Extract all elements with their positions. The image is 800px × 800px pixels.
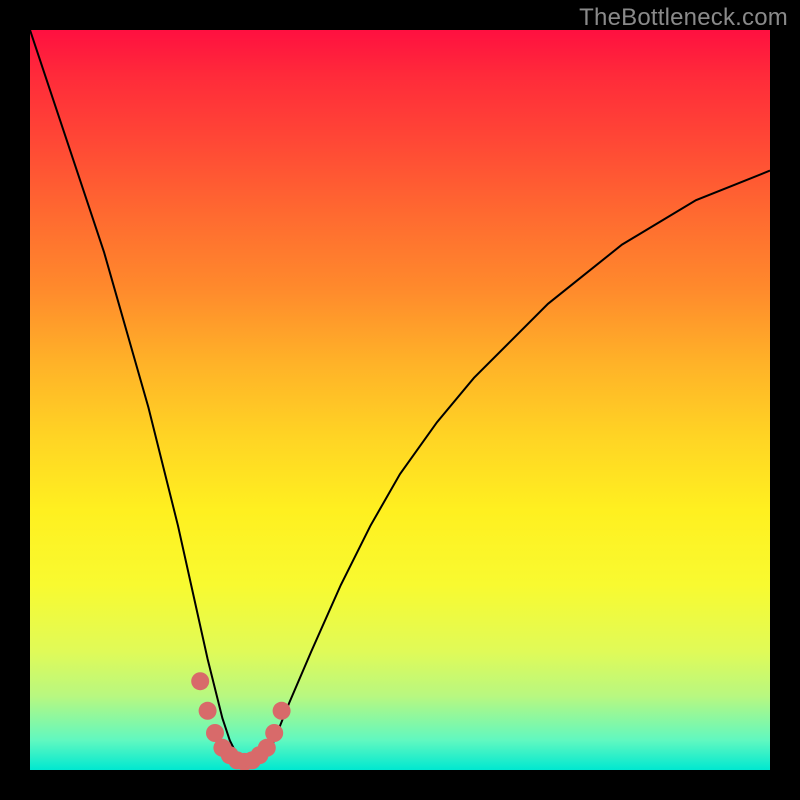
highlight-marker	[236, 753, 254, 770]
highlight-marker	[228, 751, 246, 769]
highlight-marker	[273, 702, 291, 720]
highlight-marker	[243, 751, 261, 769]
frame-border-right	[770, 0, 800, 800]
plot-area	[30, 30, 770, 770]
highlight-marker	[221, 746, 239, 764]
highlight-marker	[213, 739, 231, 757]
highlight-marker	[258, 739, 276, 757]
highlight-markers	[191, 672, 290, 770]
highlight-marker	[250, 746, 268, 764]
bottleneck-curve-path	[30, 30, 770, 763]
highlight-marker	[265, 724, 283, 742]
highlight-marker	[191, 672, 209, 690]
highlight-marker	[206, 724, 224, 742]
watermark-label: TheBottleneck.com	[579, 4, 788, 32]
frame-border-bottom	[0, 770, 800, 800]
highlight-marker	[199, 702, 217, 720]
bottleneck-curve-svg	[30, 30, 770, 770]
frame-border-left	[0, 0, 30, 800]
